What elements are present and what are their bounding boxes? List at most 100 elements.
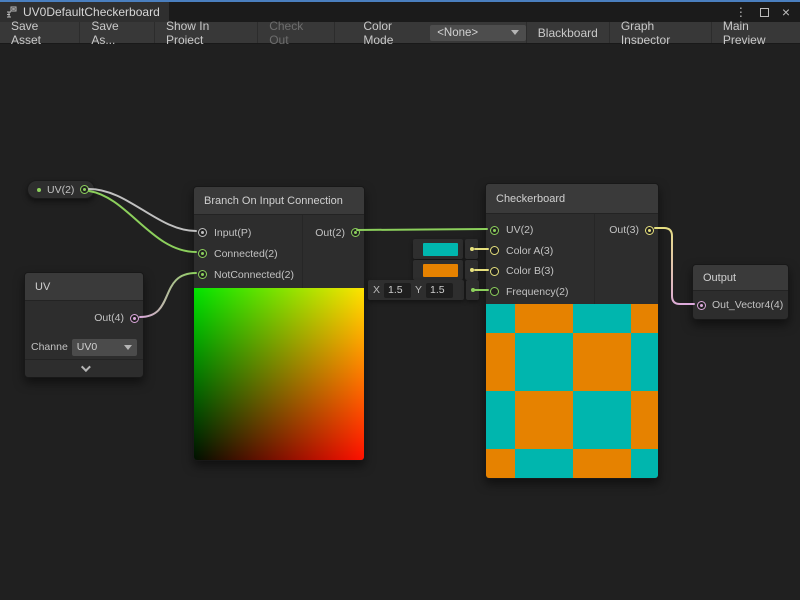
checkerboard-output-ports: Out(3)	[594, 214, 658, 304]
checker-out-label: Out(3)	[609, 224, 639, 236]
checker-uv-port[interactable]	[490, 226, 499, 235]
port-row-uv-out: Out(4)	[25, 301, 143, 335]
tab-title: UV0DefaultCheckerboard	[23, 5, 160, 19]
stub-dot-icon	[470, 268, 474, 272]
chevron-down-icon	[511, 30, 519, 35]
input-p-label: Input(P)	[214, 227, 251, 239]
checkerboard-input-ports: UV(2) Color A(3) Color B(3) Frequency(2)	[486, 214, 594, 304]
toolbar-right-group: Blackboard Graph Inspector Main Preview	[526, 22, 800, 43]
color-a-port[interactable]	[490, 246, 499, 255]
branch-node-preview	[194, 288, 364, 460]
notconnected-label: NotConnected(2)	[214, 269, 294, 281]
uv-out-label: Out(4)	[94, 312, 124, 324]
port-row-color-b: Color B(3)	[486, 261, 594, 282]
edge-branchout-to-checkeruv	[357, 229, 487, 230]
checkerboard-node-body: UV(2) Color A(3) Color B(3) Frequency(2)	[486, 214, 658, 304]
shader-graph-window: UV0DefaultCheckerboard ⋮ × Save Asset Sa…	[0, 0, 800, 600]
color-mode-value: <None>	[437, 27, 478, 39]
frequency-y-input[interactable]: 1.5	[426, 283, 453, 298]
out-vector4-label: Out_Vector4(4)	[712, 299, 783, 311]
exposed-property-dot	[37, 188, 41, 192]
node-output[interactable]: Output Out_Vector4(4)	[692, 264, 789, 320]
color-b-port[interactable]	[490, 267, 499, 276]
port-row-frequency: Frequency(2)	[486, 282, 594, 303]
checker-out-port[interactable]	[645, 226, 654, 235]
out-vector4-port[interactable]	[697, 301, 706, 310]
show-in-project-button[interactable]: Show In Project	[155, 22, 258, 43]
input-p-port[interactable]	[198, 228, 207, 237]
uv-channel-label: Channe	[31, 341, 68, 353]
checkerboard-node-preview	[486, 304, 658, 478]
frequency-x-label: X	[373, 284, 380, 296]
edge-uv2-to-connected	[89, 191, 196, 252]
branch-out-label: Out(2)	[315, 227, 345, 239]
branch-node-title: Branch On Input Connection	[194, 187, 364, 215]
color-b-label: Color B(3)	[506, 265, 554, 277]
node-checkerboard[interactable]: Checkerboard UV(2) Color A(3) Color B(3)	[485, 183, 659, 479]
node-branch-on-input-connection[interactable]: Branch On Input Connection Input(P) Conn…	[193, 186, 365, 461]
graph-inspector-toggle-button[interactable]: Graph Inspector	[609, 22, 711, 43]
chevron-down-icon	[124, 345, 132, 350]
port-row-input-p: Input(P)	[194, 222, 302, 243]
color-mode-label: Color Mode	[363, 19, 422, 47]
branch-out-port[interactable]	[351, 228, 360, 237]
uv-channel-value: UV0	[77, 341, 97, 353]
frequency-y-label: Y	[415, 284, 422, 296]
connected-label: Connected(2)	[214, 248, 278, 260]
port-row-connected: Connected(2)	[194, 243, 302, 264]
node-uv2-pill[interactable]: UV(2)	[27, 180, 95, 199]
collapse-chevron-icon	[80, 362, 90, 372]
port-row-checker-uv: UV(2)	[486, 220, 594, 241]
frequency-x-input[interactable]: 1.5	[384, 283, 411, 298]
connected-port[interactable]	[198, 249, 207, 258]
edge-uvout-to-notconnected	[140, 273, 196, 317]
port-row-color-a: Color A(3)	[486, 241, 594, 262]
branch-node-body: Input(P) Connected(2) NotConnected(2) Ou…	[194, 215, 364, 288]
save-asset-button[interactable]: Save Asset	[0, 22, 80, 43]
uv-out-port[interactable]	[130, 314, 139, 323]
uv-collapse-button[interactable]	[25, 359, 143, 377]
maximize-icon[interactable]	[760, 8, 769, 17]
uv-channel-dropdown[interactable]: UV0	[72, 339, 137, 356]
blackboard-toggle-button[interactable]: Blackboard	[526, 22, 609, 43]
uv2-pill-output-port[interactable]	[80, 185, 89, 194]
color-b-field	[413, 260, 478, 280]
frequency-field: X 1.5 Y 1.5	[368, 280, 479, 300]
stub-dot-icon	[471, 288, 475, 292]
save-as-button[interactable]: Save As...	[80, 22, 155, 43]
graph-canvas[interactable]: UV(2) Branch On Input Connection Input(P…	[0, 44, 800, 600]
color-a-swatch[interactable]	[423, 243, 458, 256]
port-row-out-vector4: Out_Vector4(4)	[693, 291, 788, 319]
uv2-pill-label: UV(2)	[47, 184, 74, 196]
main-preview-toggle-button[interactable]: Main Preview	[711, 22, 800, 43]
frequency-label: Frequency(2)	[506, 286, 568, 298]
node-uv[interactable]: UV Out(4) Channe UV0	[24, 272, 144, 378]
port-row-branch-out: Out(2)	[303, 222, 364, 243]
branch-input-ports: Input(P) Connected(2) NotConnected(2)	[194, 215, 302, 288]
frequency-port-stub	[466, 280, 479, 300]
check-out-button: Check Out	[258, 22, 335, 43]
edge-checkerout-to-outvector4	[655, 228, 694, 304]
stub-dot-icon	[470, 247, 474, 251]
color-a-swatch-box	[413, 239, 463, 259]
uv-channel-row: Channe UV0	[25, 335, 143, 359]
port-row-checker-out: Out(3)	[595, 220, 658, 241]
color-b-swatch-box	[413, 260, 463, 280]
color-a-field	[413, 239, 478, 259]
checker-uv-label: UV(2)	[506, 224, 533, 236]
kebab-menu-icon[interactable]: ⋮	[735, 5, 747, 19]
checkerboard-node-title: Checkerboard	[486, 184, 658, 214]
graph-toolbar: Save Asset Save As... Show In Project Ch…	[0, 22, 800, 44]
frequency-port[interactable]	[490, 287, 499, 296]
color-b-port-stub	[465, 260, 478, 280]
notconnected-port[interactable]	[198, 270, 207, 279]
color-mode-dropdown[interactable]: <None>	[430, 25, 526, 41]
port-row-notconnected: NotConnected(2)	[194, 264, 302, 285]
uv-node-title: UV	[25, 273, 143, 301]
color-b-swatch[interactable]	[423, 264, 458, 277]
output-node-title: Output	[693, 265, 788, 291]
color-a-label: Color A(3)	[506, 245, 553, 257]
color-a-port-stub	[465, 239, 478, 259]
frequency-xy-box: X 1.5 Y 1.5	[368, 280, 464, 300]
edge-uv2-to-inputP	[89, 189, 196, 231]
